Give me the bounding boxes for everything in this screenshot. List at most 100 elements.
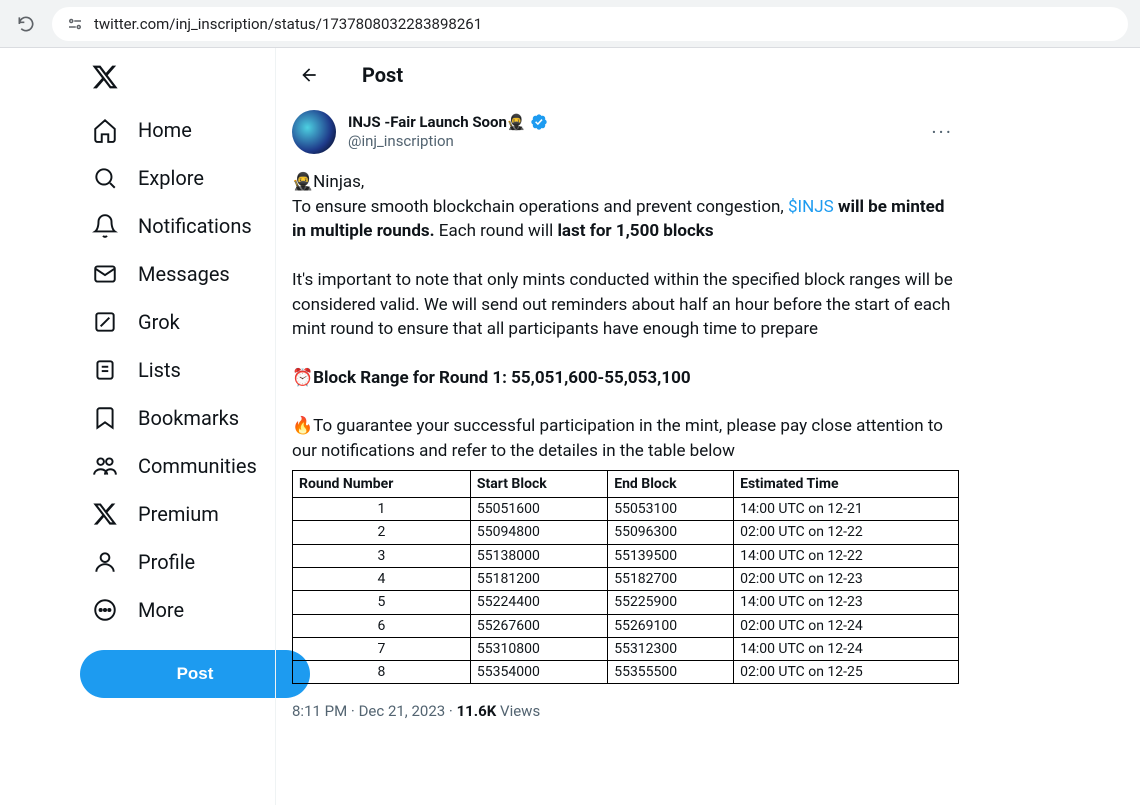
ticker-link[interactable]: $INJS (788, 197, 834, 217)
table-cell: 55096300 (608, 521, 734, 544)
table-row: 3551380005513950014:00 UTC on 12-22 (293, 544, 959, 567)
table-cell: 55310800 (470, 637, 607, 660)
nav-people[interactable]: Communities (80, 442, 267, 490)
table-cell: 02:00 UTC on 12-25 (734, 661, 959, 684)
home-icon (92, 117, 118, 143)
main-header: Post (276, 48, 975, 102)
table-cell: 55181200 (470, 567, 607, 590)
table-cell: 55182700 (608, 567, 734, 590)
table-cell: 55354000 (470, 661, 607, 684)
main-column: Post INJS -Fair Launch Soon🥷 @inj_inscri… (275, 48, 975, 805)
table-cell: 7 (293, 637, 471, 660)
browser-bar: twitter.com/inj_inscription/status/17378… (0, 0, 1140, 48)
page-title: Post (362, 63, 403, 87)
tweet: INJS -Fair Launch Soon🥷 @inj_inscription… (276, 102, 975, 736)
nav-list[interactable]: Lists (80, 346, 267, 394)
nav-label: Premium (138, 502, 219, 526)
site-settings-icon (66, 15, 84, 33)
table-cell: 55355500 (608, 661, 734, 684)
nav-label: Messages (138, 262, 230, 286)
nav-label: Bookmarks (138, 406, 239, 430)
table-cell: 02:00 UTC on 12-24 (734, 614, 959, 637)
table-cell: 55139500 (608, 544, 734, 567)
table-cell: 55051600 (470, 498, 607, 521)
table-header: End Block (608, 470, 734, 497)
table-cell: 55138000 (470, 544, 607, 567)
nav-home[interactable]: Home (80, 106, 267, 154)
table-row: 7553108005531230014:00 UTC on 12-24 (293, 637, 959, 660)
back-button[interactable] (292, 58, 326, 92)
tweet-body: 🥷Ninjas, To ensure smooth blockchain ope… (292, 170, 959, 684)
table-cell: 55225900 (608, 591, 734, 614)
url-bar[interactable]: twitter.com/inj_inscription/status/17378… (52, 7, 1128, 41)
nav-profile[interactable]: Profile (80, 538, 267, 586)
table-row: 4551812005518270002:00 UTC on 12-23 (293, 567, 959, 590)
body-line1-prefix: 🥷Ninjas, (292, 172, 364, 192)
nav-label: Lists (138, 358, 181, 382)
table-cell: 55312300 (608, 637, 734, 660)
nav-label: Profile (138, 550, 195, 574)
bookmark-icon (92, 405, 118, 431)
url-text: twitter.com/inj_inscription/status/17378… (94, 15, 482, 33)
nav-more[interactable]: More (80, 586, 267, 634)
grok-icon (92, 309, 118, 335)
table-cell: 4 (293, 567, 471, 590)
table-cell: 02:00 UTC on 12-22 (734, 521, 959, 544)
table-cell: 14:00 UTC on 12-22 (734, 544, 959, 567)
table-cell: 5 (293, 591, 471, 614)
table-cell: 1 (293, 498, 471, 521)
nav-search[interactable]: Explore (80, 154, 267, 202)
nav-label: Grok (138, 310, 180, 334)
table-header: Round Number (293, 470, 471, 497)
nav-mail[interactable]: Messages (80, 250, 267, 298)
people-icon (92, 453, 118, 479)
verified-icon (530, 113, 548, 131)
nav-x[interactable]: Premium (80, 490, 267, 538)
table-cell: 55269100 (608, 614, 734, 637)
table-cell: 14:00 UTC on 12-21 (734, 498, 959, 521)
nav-label: Notifications (138, 214, 252, 238)
body-line3: ⏰Block Range for Round 1: 55,051,600-55,… (292, 368, 691, 388)
table-cell: 3 (293, 544, 471, 567)
rounds-table: Round NumberStart BlockEnd BlockEstimate… (292, 470, 959, 685)
table-cell: 55053100 (608, 498, 734, 521)
nav-label: More (138, 598, 184, 622)
profile-icon (92, 549, 118, 575)
table-cell: 2 (293, 521, 471, 544)
mail-icon (92, 261, 118, 287)
nav-label: Home (138, 118, 192, 142)
table-cell: 55267600 (470, 614, 607, 637)
avatar[interactable] (292, 110, 336, 154)
table-header: Estimated Time (734, 470, 959, 497)
nav-bell[interactable]: Notifications (80, 202, 267, 250)
table-cell: 55224400 (470, 591, 607, 614)
tweet-time[interactable]: 8:11 PM (292, 702, 347, 720)
reload-button[interactable] (12, 10, 40, 38)
views-count: 11.6K (457, 702, 497, 720)
table-cell: 14:00 UTC on 12-24 (734, 637, 959, 660)
sidebar: Home Explore Notifications Messages Grok List… (0, 48, 275, 805)
table-cell: 14:00 UTC on 12-23 (734, 591, 959, 614)
list-icon (92, 357, 118, 383)
more-button[interactable]: ··· (925, 120, 959, 144)
search-icon (92, 165, 118, 191)
bell-icon (92, 213, 118, 239)
body-line1-mid: Each round will (435, 221, 558, 241)
nav-label: Explore (138, 166, 204, 190)
author-name[interactable]: INJS -Fair Launch Soon🥷 (348, 113, 526, 133)
x-logo[interactable] (80, 52, 130, 102)
table-cell: 8 (293, 661, 471, 684)
table-cell: 6 (293, 614, 471, 637)
tweet-date[interactable]: Dec 21, 2023 (359, 702, 446, 720)
nav-bookmark[interactable]: Bookmarks (80, 394, 267, 442)
x-icon (92, 501, 118, 527)
table-row: 6552676005526910002:00 UTC on 12-24 (293, 614, 959, 637)
body-line2: It's important to note that only mints c… (292, 268, 959, 342)
table-header: Start Block (470, 470, 607, 497)
author-handle[interactable]: @inj_inscription (348, 132, 913, 152)
more-icon (92, 597, 118, 623)
body-line1-text: To ensure smooth blockchain operations a… (292, 197, 788, 217)
tweet-meta: 8:11 PM · Dec 21, 2023 · 11.6K Views (292, 702, 959, 720)
table-cell: 55094800 (470, 521, 607, 544)
nav-grok[interactable]: Grok (80, 298, 267, 346)
